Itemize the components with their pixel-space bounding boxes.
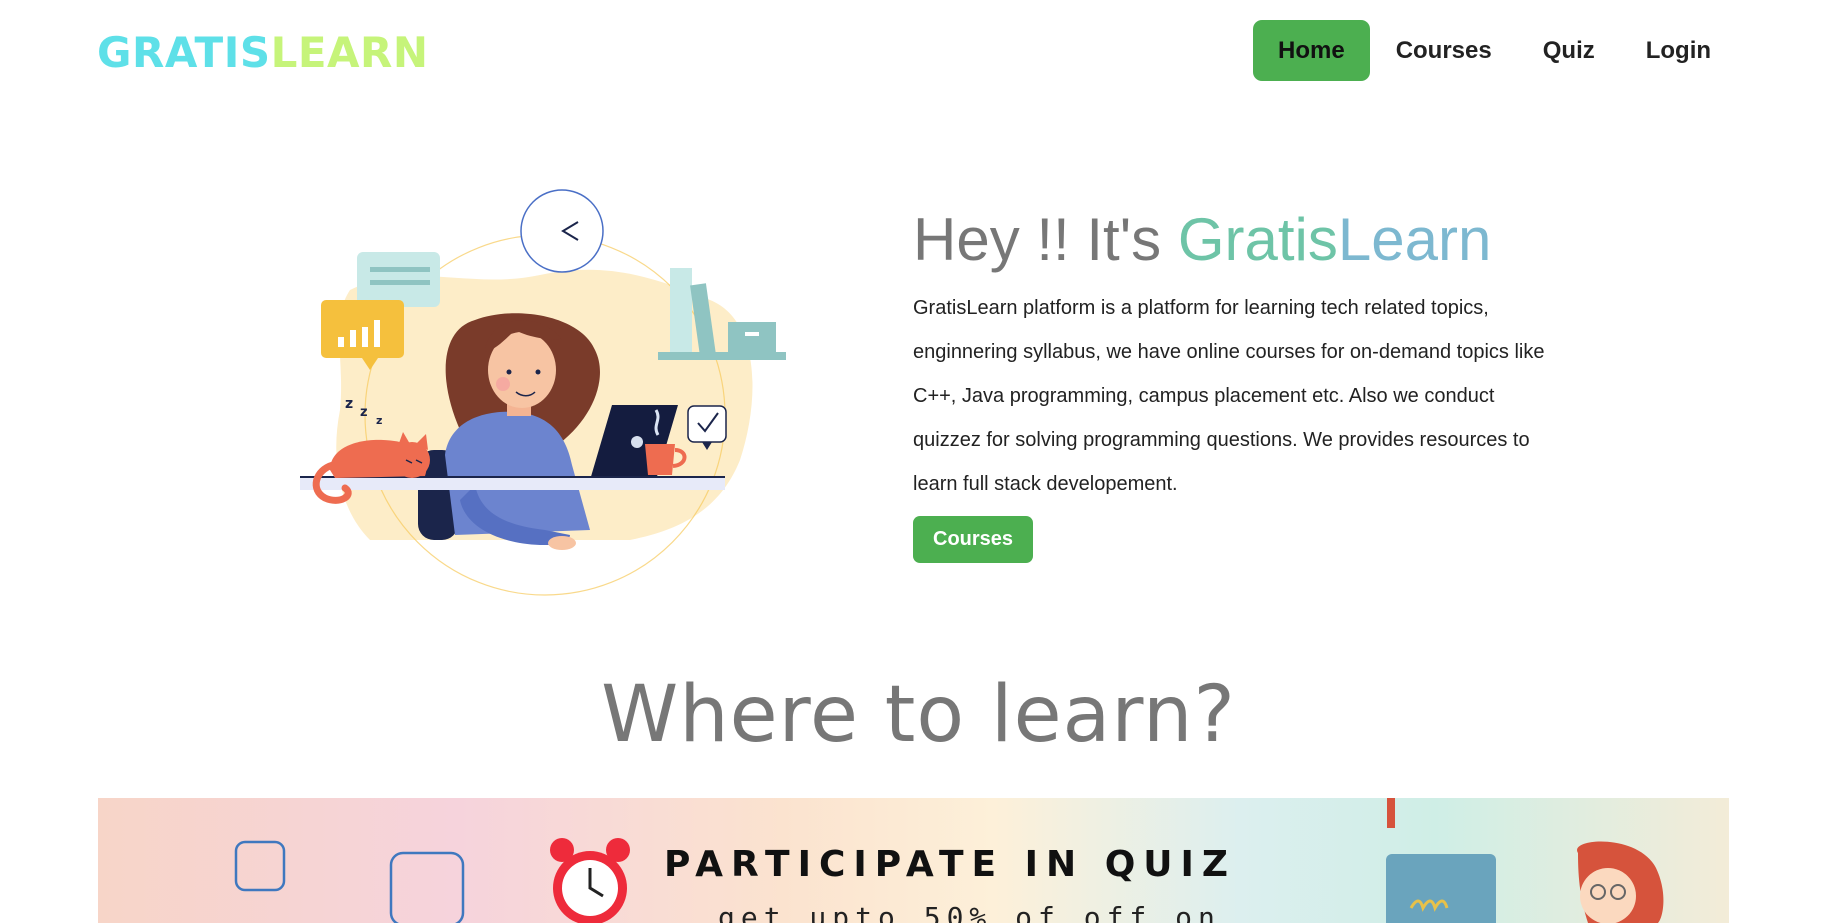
hero-title-brand-learn: Learn [1337, 206, 1492, 273]
nav-home-link[interactable]: Home [1253, 20, 1370, 81]
hero-title-prefix: Hey !! It's [913, 206, 1178, 273]
banner-title: PARTICIPATE IN QUIZ [664, 844, 1237, 885]
where-to-learn-heading: Where to learn? [601, 670, 1236, 760]
svg-text:z: z [376, 414, 382, 427]
quiz-promo-banner[interactable]: PARTICIPATE IN QUIZ get upto 50% of off … [98, 798, 1729, 923]
alarm-clock-icon [550, 838, 630, 923]
site-logo[interactable]: GRATISLEARN [97, 28, 429, 77]
logo-part-learn: LEARN [270, 28, 429, 77]
banner-subtitle: get upto 50% of off on [718, 901, 1221, 923]
hero-title-brand-gratis: Gratis [1177, 206, 1338, 273]
easel-board-icon [1386, 798, 1496, 923]
chat-card-icon [357, 252, 440, 307]
hero-illustration: z z z [300, 189, 786, 596]
nav-courses-link[interactable]: Courses [1371, 20, 1517, 81]
svg-text:z: z [345, 396, 353, 412]
navbar: GRATISLEARN Home Courses Quiz Login [0, 0, 1837, 105]
main-nav: Home Courses Quiz Login [1253, 20, 1737, 81]
svg-text:z: z [360, 405, 368, 420]
girl-avatar-icon [1577, 841, 1664, 923]
courses-button[interactable]: Courses [913, 516, 1034, 563]
nav-quiz-link[interactable]: Quiz [1518, 20, 1620, 81]
clock-icon [520, 189, 604, 273]
hero-text: Hey !! It's GratisLearn GratisLearn plat… [913, 205, 1553, 563]
nav-login-link[interactable]: Login [1621, 20, 1736, 81]
hero-description: GratisLearn platform is a platform for l… [913, 297, 1545, 495]
hero-title: Hey !! It's GratisLearn [913, 205, 1553, 275]
logo-part-gratis: GRATIS [97, 28, 271, 77]
